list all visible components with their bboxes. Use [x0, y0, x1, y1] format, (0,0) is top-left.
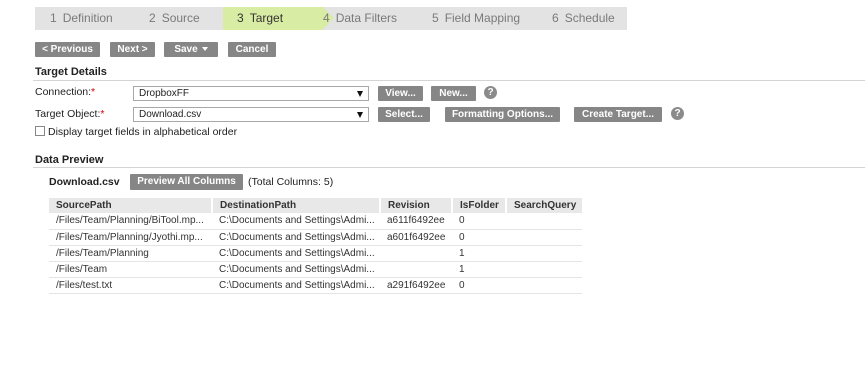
view-button[interactable]: View...	[378, 86, 423, 101]
create-target-button[interactable]: Create Target...	[574, 107, 662, 122]
table-cell: C:\Documents and Settings\Admi...	[212, 245, 380, 262]
table-cell	[380, 245, 452, 262]
help-icon[interactable]: ?	[671, 107, 684, 120]
connection-label: Connection:*	[35, 86, 95, 98]
table-header-row: SourcePath DestinationPath Revision IsFo…	[49, 198, 582, 213]
target-object-select[interactable]: Download.csv	[133, 107, 369, 122]
step-number: 5	[432, 11, 439, 25]
column-header: IsFolder	[452, 198, 507, 213]
table-cell: a291f6492ee	[380, 277, 452, 294]
step-number: 4	[323, 11, 330, 25]
step-schedule[interactable]: 6 Schedule	[552, 7, 615, 30]
table-cell: /Files/Team/Planning/Jyothi.mp...	[49, 229, 212, 246]
table-cell	[506, 229, 582, 246]
alphabetical-label: Display target fields in alphabetical or…	[48, 126, 238, 138]
target-object-label: Target Object:*	[35, 108, 104, 120]
target-object-value: Download.csv	[139, 109, 202, 120]
required-mark: *	[91, 86, 96, 98]
previous-button[interactable]: < Previous	[35, 42, 100, 57]
step-number: 6	[552, 11, 559, 25]
column-header: DestinationPath	[212, 198, 381, 213]
table-cell: C:\Documents and Settings\Admi...	[212, 213, 380, 230]
step-number: 2	[149, 11, 156, 25]
table-cell: a611f6492ee	[380, 213, 452, 230]
step-definition[interactable]: 1 Definition	[50, 7, 113, 30]
step-label: Target	[249, 11, 284, 25]
table-cell: /Files/Team/Planning/BiTool.mp...	[49, 213, 212, 230]
save-label: Save	[174, 44, 198, 55]
table-cell	[506, 213, 582, 230]
table-cell: C:\Documents and Settings\Admi...	[212, 277, 380, 294]
table-cell	[506, 261, 582, 278]
step-label: Source	[161, 11, 200, 25]
step-source[interactable]: 2 Source	[149, 7, 200, 30]
table-row: /Files/Team C:\Documents and Settings\Ad…	[49, 261, 582, 278]
target-object-label-text: Target Object:	[35, 108, 101, 120]
chevron-down-icon	[201, 47, 208, 52]
table-cell	[380, 261, 452, 278]
new-button[interactable]: New...	[431, 86, 476, 101]
table-cell: /Files/Team	[49, 261, 212, 278]
total-columns: (Total Columns: 5)	[248, 176, 334, 188]
next-button[interactable]: Next >	[110, 42, 155, 57]
divider	[33, 167, 865, 168]
table-cell: 0	[452, 213, 506, 230]
table-cell: C:\Documents and Settings\Admi...	[212, 229, 380, 246]
table-cell: 0	[452, 277, 506, 294]
step-data-filters[interactable]: 4 Data Filters	[323, 7, 397, 30]
dropdown-arrow-icon	[357, 112, 363, 118]
step-field-mapping[interactable]: 5 Field Mapping	[432, 7, 520, 30]
column-header: SearchQuery	[506, 198, 582, 213]
formatting-options-button[interactable]: Formatting Options...	[445, 107, 560, 122]
cancel-button[interactable]: Cancel	[228, 42, 276, 57]
table-row: /Files/Team/Planning/BiTool.mp... C:\Doc…	[49, 213, 582, 230]
step-label: Data Filters	[335, 11, 398, 25]
connection-value: DropboxFF	[139, 88, 190, 99]
table-cell	[506, 245, 582, 262]
step-number: 1	[50, 11, 57, 25]
step-target[interactable]: 3 Target	[223, 7, 334, 30]
table-cell: a601f6492ee	[380, 229, 452, 246]
required-mark: *	[100, 108, 105, 120]
data-preview-title: Data Preview	[35, 154, 104, 166]
step-label: Field Mapping	[444, 11, 521, 25]
table-cell: /Files/test.txt	[49, 277, 212, 294]
column-header: Revision	[380, 198, 453, 213]
table-row: /Files/Team/Planning C:\Documents and Se…	[49, 245, 582, 262]
select-button[interactable]: Select...	[378, 107, 430, 122]
connection-select[interactable]: DropboxFF	[133, 86, 369, 101]
divider	[33, 80, 865, 81]
table-cell: 1	[452, 261, 506, 278]
preview-all-columns-button[interactable]: Preview All Columns	[130, 174, 243, 190]
dropdown-arrow-icon	[357, 91, 363, 97]
step-label: Schedule	[564, 11, 615, 25]
preview-table: SourcePath DestinationPath Revision IsFo…	[49, 198, 582, 294]
table-cell: 1	[452, 245, 506, 262]
alphabetical-checkbox[interactable]	[35, 126, 45, 136]
column-header: SourcePath	[49, 198, 213, 213]
table-row: /Files/Team/Planning/Jyothi.mp... C:\Doc…	[49, 229, 582, 246]
preview-file-name: Download.csv	[49, 176, 120, 188]
step-label: Definition	[62, 11, 113, 25]
connection-label-text: Connection:	[35, 86, 92, 98]
table-row: /Files/test.txt C:\Documents and Setting…	[49, 277, 582, 294]
wizard-steps: 1 Definition 2 Source 3 Target 4 Data Filter…	[35, 7, 627, 30]
table-cell: C:\Documents and Settings\Admi...	[212, 261, 380, 278]
save-button[interactable]: Save	[164, 42, 218, 57]
help-icon[interactable]: ?	[484, 86, 497, 99]
target-details-title: Target Details	[35, 66, 107, 78]
table-cell: 0	[452, 229, 506, 246]
step-number: 3	[237, 11, 244, 25]
table-cell: /Files/Team/Planning	[49, 245, 212, 262]
table-cell	[506, 277, 582, 294]
